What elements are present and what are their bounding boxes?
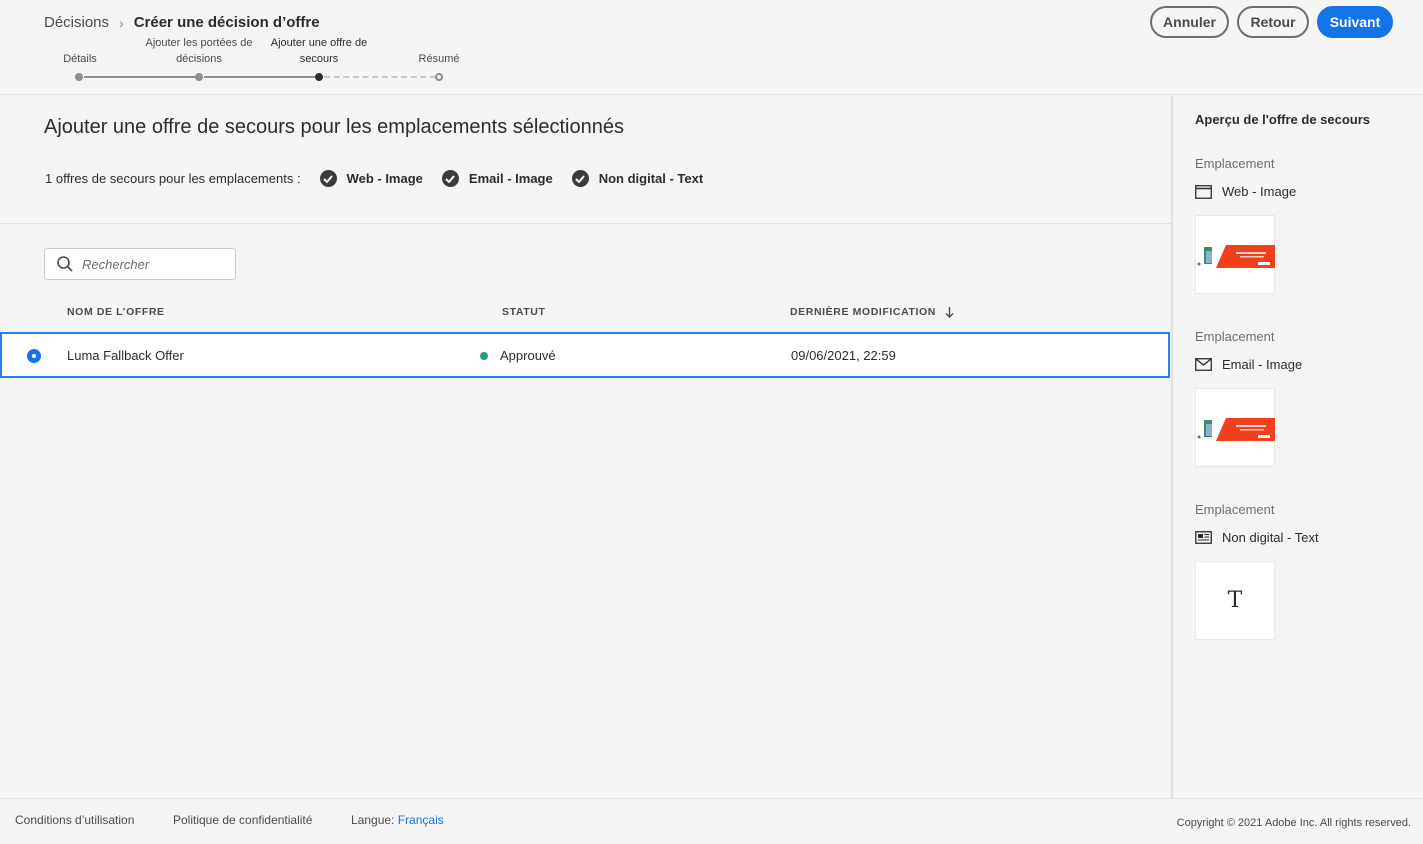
cancel-button[interactable]: Annuler — [1150, 6, 1229, 38]
next-button[interactable]: Suivant — [1317, 6, 1393, 38]
preview-panel: Aperçu de l'offre de secours Emplacement… — [1171, 96, 1423, 798]
step-connector — [324, 76, 436, 78]
preview-image-thumbnail[interactable] — [1195, 388, 1275, 467]
step-dot-fallback — [315, 73, 323, 81]
preview-placement-label: Emplacement — [1195, 329, 1275, 344]
column-header-modified-label: DERNIÈRE MODIFICATION — [790, 306, 936, 318]
preview-text-thumbnail[interactable]: T — [1195, 561, 1275, 640]
preview-placement-label: Emplacement — [1195, 502, 1275, 517]
section-title: Ajouter une offre de secours pour les em… — [44, 116, 624, 138]
language-label: Langue: — [351, 813, 395, 827]
column-header-status[interactable]: STATUT — [502, 306, 545, 318]
terms-link[interactable]: Conditions d’utilisation — [15, 813, 134, 827]
checkmark-circle-icon — [319, 170, 337, 187]
column-header-name[interactable]: NOM DE L’OFFRE — [67, 306, 165, 318]
stepper: Détails Ajouter les portées de décisions… — [0, 34, 520, 94]
main-content: Ajouter une offre de secours pour les em… — [0, 96, 1171, 798]
search-icon — [57, 256, 73, 272]
language-link[interactable]: Français — [398, 813, 444, 827]
copyright: Copyright © 2021 Adobe Inc. All rights r… — [1176, 817, 1411, 829]
status-dot-icon — [480, 352, 488, 360]
preview-title: Aperçu de l'offre de secours — [1195, 112, 1371, 127]
column-header-modified[interactable]: DERNIÈRE MODIFICATION — [790, 306, 954, 318]
preview-placement-name: Email - Image — [1222, 357, 1303, 372]
browser-window-icon — [1195, 184, 1212, 199]
placement-chip-label: Web - Image — [346, 171, 423, 186]
chevron-right-icon: › — [119, 14, 124, 31]
preview-placement-label: Emplacement — [1195, 156, 1275, 171]
envelope-icon — [1195, 358, 1212, 371]
page-title: Créer une décision d’offre — [133, 14, 320, 31]
privacy-link[interactable]: Politique de confidentialité — [173, 813, 312, 827]
divider — [0, 223, 1171, 224]
preview-image-thumbnail[interactable] — [1195, 215, 1275, 294]
placement-chip-label: Email - Image — [468, 171, 553, 186]
back-button[interactable]: Retour — [1237, 6, 1309, 38]
preview-placement-name: Non digital - Text — [1222, 530, 1319, 545]
text-glyph-icon: T — [1227, 588, 1243, 613]
step-label-summary: Résumé — [418, 53, 460, 65]
footer: Conditions d’utilisation Politique de co… — [0, 798, 1423, 844]
newspaper-icon — [1195, 531, 1212, 544]
row-radio[interactable] — [27, 349, 41, 363]
search-field[interactable] — [44, 248, 236, 280]
arrow-down-icon[interactable] — [945, 306, 954, 318]
placements-summary-text: 1 offres de secours pour les emplacement… — [45, 171, 301, 186]
step-dot-details — [75, 73, 83, 81]
breadcrumb: Décisions › Créer une décision d’offre — [44, 14, 320, 31]
step-label-fallback: Ajouter une offre de secours — [270, 37, 368, 65]
placements-summary: 1 offres de secours pour les emplacement… — [45, 170, 703, 187]
step-connector — [84, 76, 196, 78]
checkmark-circle-icon — [571, 170, 589, 187]
checkmark-circle-icon — [441, 170, 459, 187]
placement-chip-label: Non digital - Text — [598, 171, 704, 186]
offer-status: Approuvé — [500, 348, 556, 363]
preview-placement-name: Web - Image — [1222, 184, 1297, 199]
offer-modified: 09/06/2021, 22:59 — [791, 348, 896, 363]
step-connector — [204, 76, 316, 78]
placement-chip: Email - Image — [441, 170, 553, 187]
placement-chip: Web - Image — [319, 170, 423, 187]
step-label-scopes: Ajouter les portées de décisions — [145, 37, 253, 65]
offer-name: Luma Fallback Offer — [67, 348, 184, 363]
preview-placement: Email - Image — [1195, 357, 1302, 372]
table-row[interactable]: Luma Fallback Offer Approuvé 09/06/2021,… — [0, 332, 1170, 378]
search-input[interactable] — [82, 256, 222, 272]
step-label-details: Détails — [63, 53, 97, 65]
placement-chip: Non digital - Text — [571, 170, 704, 187]
breadcrumb-root-link[interactable]: Décisions — [44, 14, 109, 31]
language-selector: Langue: Français — [351, 813, 444, 827]
offer-banner-image — [1197, 418, 1275, 441]
preview-placement: Web - Image — [1195, 184, 1296, 199]
header: Décisions › Créer une décision d’offre D… — [0, 0, 1423, 95]
preview-placement: Non digital - Text — [1195, 530, 1319, 545]
step-dot-summary — [435, 73, 443, 81]
offer-banner-image — [1197, 245, 1275, 268]
step-dot-scopes — [195, 73, 203, 81]
